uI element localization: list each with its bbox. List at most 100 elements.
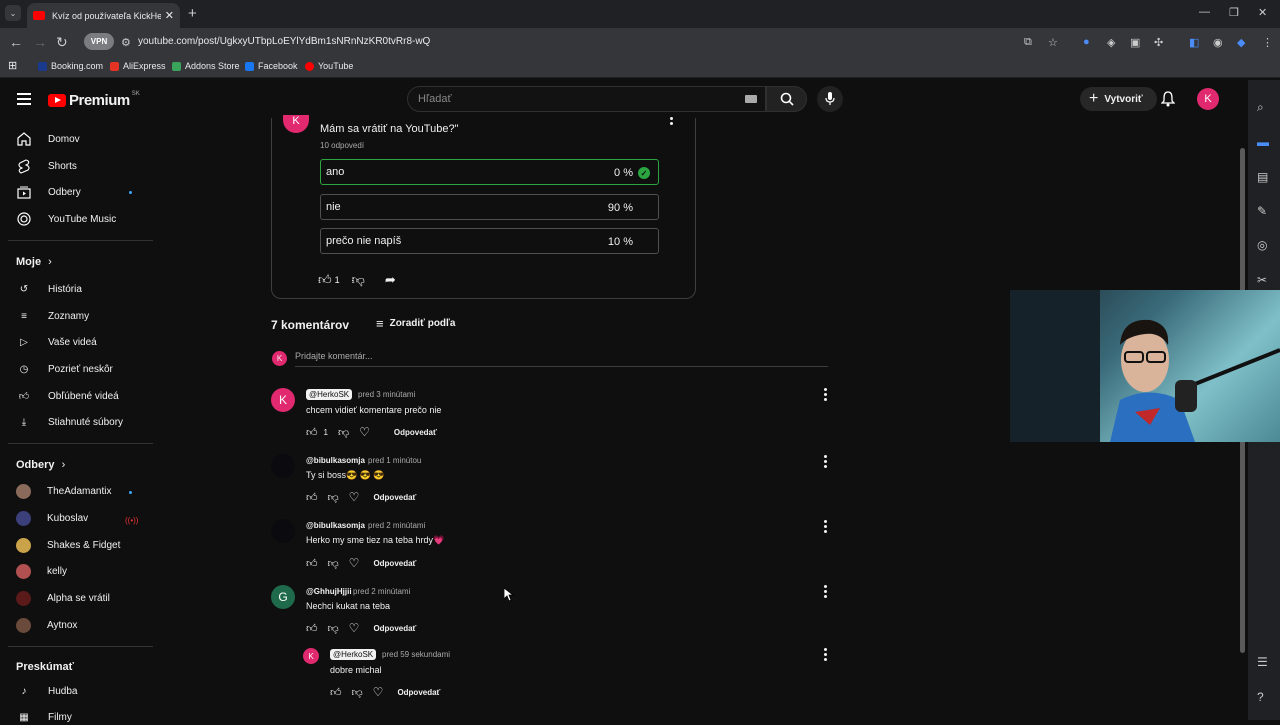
sidebar-item-watch-later[interactable]: ◷ Pozrieť neskôr bbox=[16, 361, 113, 377]
comment-author[interactable]: @bibulkasomja bbox=[306, 521, 365, 530]
sidebar-item-youtube-music[interactable]: YouTube Music bbox=[16, 211, 116, 227]
comment-time[interactable]: pred 1 minútou bbox=[368, 456, 421, 465]
sidebar-item-downloads[interactable]: ⤓ Stiahnuté súbory bbox=[16, 414, 123, 430]
create-button[interactable]: + Vytvoriť bbox=[1080, 87, 1157, 111]
sidebar-channel[interactable]: Kuboslav bbox=[16, 511, 88, 526]
sidepanel-icon[interactable]: ◧ bbox=[1189, 36, 1199, 49]
tools-icon[interactable]: ✂ bbox=[1257, 273, 1267, 287]
like-button[interactable]: 👍︎ bbox=[306, 557, 318, 570]
sidebar-channel[interactable]: Shakes & Fidget bbox=[16, 538, 120, 553]
bookmark-aliexpress[interactable]: AliExpress bbox=[110, 61, 166, 71]
dislike-button[interactable]: 👎︎ bbox=[338, 426, 349, 439]
help-icon[interactable]: ? bbox=[1257, 690, 1264, 704]
comment-author[interactable]: @bibulkasomja bbox=[306, 456, 365, 465]
comment-avatar[interactable] bbox=[271, 454, 295, 478]
bookmark-addons-store[interactable]: Addons Store bbox=[172, 61, 240, 71]
like-button[interactable]: 👍︎ 1 bbox=[318, 272, 340, 288]
sidebar-channel[interactable]: Aytnox bbox=[16, 618, 77, 633]
comment-menu-icon[interactable] bbox=[824, 520, 827, 535]
comment-menu-icon[interactable] bbox=[824, 455, 827, 470]
sidebar-channel[interactable]: TheAdamantix bbox=[16, 484, 111, 499]
sidebar-item-shorts[interactable]: Shorts bbox=[16, 158, 77, 174]
sort-button[interactable]: ≡ Zoradiť podľa bbox=[376, 316, 455, 331]
sidebar-subscriptions-heading[interactable]: Odbery › bbox=[16, 459, 65, 471]
reply-avatar[interactable]: K bbox=[303, 648, 319, 664]
wallet-icon[interactable]: ▤ bbox=[1257, 170, 1268, 184]
sidebar-you-heading[interactable]: Moje › bbox=[16, 256, 52, 268]
sidebar-item-liked-videos[interactable]: 👍︎ Obľúbené videá bbox=[16, 388, 119, 404]
heart-button[interactable]: ♡ bbox=[373, 685, 384, 699]
like-button[interactable]: 👍︎ bbox=[306, 622, 318, 635]
heart-button[interactable]: ♡ bbox=[349, 556, 360, 570]
bookmark-booking[interactable]: Booking.com bbox=[38, 61, 103, 71]
forward-icon[interactable]: → bbox=[33, 34, 47, 50]
extensions-puzzle-icon[interactable]: ✣ bbox=[1154, 36, 1163, 49]
like-button[interactable]: 👍︎ bbox=[330, 686, 342, 699]
comment-time[interactable]: pred 3 minútami bbox=[358, 390, 415, 399]
sidebar-channel[interactable]: kelly bbox=[16, 564, 67, 579]
youtube-premium-logo[interactable]: Premium SK bbox=[48, 91, 140, 109]
close-window-icon[interactable]: ✕ bbox=[1258, 6, 1267, 19]
heart-button[interactable]: ♡ bbox=[349, 621, 360, 635]
poll-option[interactable]: ano 0 % ✓ bbox=[320, 159, 659, 185]
comment-time[interactable]: pred 2 minútami bbox=[368, 521, 425, 530]
minimize-icon[interactable]: — bbox=[1199, 6, 1210, 18]
dislike-button[interactable]: 👎︎ bbox=[328, 622, 339, 635]
poll-option[interactable]: prečo nie napíš 10 % bbox=[320, 228, 659, 254]
comment-menu-icon[interactable] bbox=[824, 648, 827, 663]
sidebar-item-movies[interactable]: ▦ Filmy bbox=[16, 709, 72, 725]
dislike-button[interactable]: 👎︎ bbox=[328, 557, 339, 570]
heart-button[interactable]: ♡ bbox=[349, 490, 360, 504]
like-button[interactable]: 👍︎ bbox=[306, 491, 318, 504]
comment-author[interactable]: @HerkoSK bbox=[330, 649, 377, 660]
gamepad-icon[interactable]: ◎ bbox=[1257, 238, 1267, 252]
menu-dots-icon[interactable]: ⋮ bbox=[1262, 36, 1273, 49]
share-button[interactable]: ➦ bbox=[385, 272, 396, 288]
keyboard-icon[interactable] bbox=[745, 95, 757, 103]
bookmark-star-icon[interactable]: ☆ bbox=[1048, 36, 1058, 49]
sidebar-item-music[interactable]: ♪ Hudba bbox=[16, 683, 78, 699]
search-button[interactable] bbox=[766, 86, 807, 112]
restore-icon[interactable]: ❐ bbox=[1229, 6, 1239, 19]
new-tab-icon[interactable]: + bbox=[188, 5, 197, 22]
reply-button[interactable]: Odpovedať bbox=[394, 428, 437, 437]
reply-button[interactable]: Odpovedať bbox=[373, 493, 416, 502]
extension-icon[interactable]: ◈ bbox=[1107, 36, 1115, 49]
dislike-button[interactable]: 👎︎ bbox=[328, 491, 339, 504]
voice-search-button[interactable] bbox=[817, 86, 843, 112]
sidebar-item-playlists[interactable]: ≡ Zoznamy bbox=[16, 308, 89, 324]
profile-icon[interactable]: ◉ bbox=[1213, 36, 1223, 49]
tab-search-icon[interactable]: ⌄ bbox=[5, 5, 21, 21]
notifications-bell-icon[interactable] bbox=[1160, 91, 1176, 110]
comment-menu-icon[interactable] bbox=[824, 388, 827, 403]
cast-icon[interactable]: ⧉ bbox=[1024, 36, 1032, 49]
heart-button[interactable]: ♡ bbox=[359, 425, 370, 439]
bookmark-youtube[interactable]: YouTube bbox=[305, 61, 353, 71]
comment-avatar[interactable]: K bbox=[271, 388, 295, 412]
sidebar-channel[interactable]: Alpha se vrátil bbox=[16, 591, 110, 606]
apps-grid-icon[interactable]: ⊞ bbox=[8, 59, 17, 72]
account-avatar[interactable]: K bbox=[1197, 88, 1219, 110]
poll-option[interactable]: nie 90 % bbox=[320, 194, 659, 220]
post-menu-icon[interactable] bbox=[670, 117, 673, 127]
extension-icon[interactable]: ▣ bbox=[1130, 36, 1140, 49]
comment-author[interactable]: @HerkoSK bbox=[306, 389, 353, 400]
sidebar-item-your-videos[interactable]: ▷ Vaše videá bbox=[16, 334, 97, 350]
comment-menu-icon[interactable] bbox=[824, 585, 827, 600]
reply-button[interactable]: Odpovedať bbox=[397, 688, 440, 697]
comment-author[interactable]: @GhhujHjjii bbox=[306, 587, 352, 596]
chat-icon[interactable]: ▬ bbox=[1257, 135, 1269, 149]
sidebar-item-subscriptions[interactable]: Odbery bbox=[16, 184, 81, 200]
dislike-button[interactable]: 👎︎ bbox=[352, 686, 363, 699]
search-input[interactable] bbox=[407, 86, 766, 112]
browser-tab[interactable]: Kvíz od používateľa KickHerkoSK ✕ bbox=[27, 3, 180, 28]
comment-avatar[interactable]: G bbox=[271, 585, 295, 609]
reply-button[interactable]: Odpovedať bbox=[373, 559, 416, 568]
add-comment-input[interactable]: Pridajte komentár... bbox=[295, 351, 373, 361]
url-field[interactable]: youtube.com/post/UgkxyUTbpLoEYlYdBm1sNRn… bbox=[138, 36, 430, 47]
back-icon[interactable]: ← bbox=[9, 34, 23, 50]
vpn-badge[interactable]: VPN bbox=[84, 33, 114, 50]
comment-time[interactable]: pred 2 minútami bbox=[353, 587, 410, 596]
sidebar-item-history[interactable]: ↺ História bbox=[16, 281, 82, 297]
sidebar-item-home[interactable]: Domov bbox=[16, 131, 80, 147]
